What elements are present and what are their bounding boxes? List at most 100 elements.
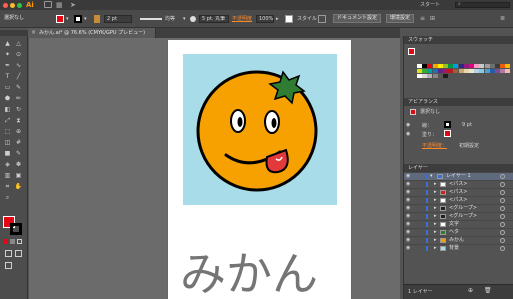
type-tool-icon[interactable]: T [3,72,12,81]
layer-name[interactable]: 背景 [449,245,459,252]
eyedropper-tool-icon[interactable]: ✎ [14,149,23,158]
perspective-tool-icon[interactable]: ◫ [3,138,12,147]
eraser-tool-icon[interactable]: ◧ [3,105,12,114]
width-tool-icon[interactable]: ⧗ [14,116,23,125]
shape-builder-tool-icon[interactable]: ⊕ [14,127,23,136]
visibility-eye-icon[interactable]: ◉ [406,173,412,180]
visibility-eye-icon[interactable]: ◉ [406,221,412,228]
scale-tool-icon[interactable]: ⤢ [3,116,12,125]
zoom-tool-icon[interactable]: ⌕ [3,193,12,202]
layer-name[interactable]: <グループ> [449,213,477,220]
fill-eye-icon[interactable]: ◉ [406,131,410,137]
gradient-tool-icon[interactable]: ■ [3,149,12,158]
layer-name[interactable]: レイヤー 1 [446,173,471,180]
stroke-profile-dropdown-icon[interactable]: ▾ [183,16,186,22]
layer-name[interactable]: <グループ> [449,205,477,212]
expand-arrow-icon[interactable]: ▸ [434,189,437,196]
expand-arrow-icon[interactable]: ▸ [434,205,437,212]
stroke-color-swatch[interactable] [74,15,82,23]
sublayer-row[interactable]: ◉ ▸ ヘタ [404,228,513,236]
visibility-eye-icon[interactable]: ◉ [406,205,412,212]
hand-tool-icon[interactable]: ✋ [14,182,23,191]
graphic-style-swatch[interactable] [285,15,293,23]
stroke-weight-value[interactable]: 9 pt [462,122,472,128]
target-circle-icon[interactable] [500,222,505,227]
mesh-tool-icon[interactable]: # [14,138,23,147]
expand-arrow-icon[interactable]: ▸ [434,213,437,220]
preferences-button[interactable]: 環境設定 [386,14,414,23]
fill-swatch[interactable] [444,130,451,137]
draw-normal-icon[interactable] [5,250,12,257]
document-setup-button[interactable]: ドキュメント設定 [333,14,381,23]
fill-dropdown-icon[interactable]: ▾ [66,16,69,22]
stroke-color-box[interactable] [10,223,22,235]
target-circle-icon[interactable] [500,182,505,187]
target-circle-icon[interactable] [500,246,505,251]
free-transform-tool-icon[interactable]: ⬚ [3,127,12,136]
opacity-link[interactable]: 不透明度 [232,15,252,23]
selection-tool-icon[interactable]: ▲ [3,39,12,48]
collapse-arrow-icon[interactable]: ▾ [430,173,433,180]
line-tool-icon[interactable]: ╱ [14,72,23,81]
opacity-input[interactable]: 100% [256,15,274,23]
layer-name[interactable]: みかん [449,237,464,244]
panel-menu-icon[interactable]: ≣ [500,15,505,22]
gradient-mode-icon[interactable] [10,239,15,244]
workspace-switcher[interactable]: スタート [420,0,440,10]
layer-name[interactable]: ヘタ [449,229,459,236]
screen-mode-icon[interactable] [5,262,12,269]
sublayer-row[interactable]: ◉ ▸ 文字 [404,220,513,228]
direct-selection-tool-icon[interactable]: △ [14,39,23,48]
layer-name[interactable]: <パス> [449,189,467,196]
stroke-profile-label[interactable]: 均等 [165,15,175,23]
layer-name[interactable]: <パス> [449,181,467,188]
target-circle-icon[interactable] [500,198,505,203]
swatch-grid[interactable] [417,64,512,89]
color-mode-icon[interactable] [3,239,8,244]
transform-icon[interactable]: ⊞ [430,15,435,22]
target-circle-icon[interactable] [500,230,505,235]
expand-arrow-icon[interactable]: ▸ [434,237,437,244]
visibility-eye-icon[interactable]: ◉ [406,189,412,196]
fill-color-swatch[interactable] [56,15,64,23]
swatches-panel-header[interactable]: スウォッチ [404,36,513,44]
opacity-link[interactable]: 不透明度： [422,142,447,149]
paintbrush-tool-icon[interactable]: ✎ [14,83,23,92]
arrange-documents-icon[interactable]: ▦ [56,1,63,9]
current-swatch[interactable] [408,48,415,55]
artboard-tool-icon[interactable]: ▣ [14,171,23,180]
sublayer-row[interactable]: ◉ ▸ <パス> [404,188,513,196]
visibility-eye-icon[interactable]: ◉ [406,181,412,188]
target-circle-icon[interactable] [500,206,505,211]
send-icon[interactable]: ➤ [70,1,76,9]
sublayer-row[interactable]: ◉ ▸ みかん [404,236,513,244]
sublayer-row[interactable]: ◉ ▸ <グループ> [404,212,513,220]
align-icon[interactable]: ≡ [420,15,425,22]
target-circle-icon[interactable] [500,238,505,243]
stroke-eye-icon[interactable]: ◉ [406,122,410,128]
sublayer-row[interactable]: ◉ ▸ <グループ> [404,204,513,212]
style-dropdown[interactable] [318,15,326,23]
visibility-eye-icon[interactable]: ◉ [406,237,412,244]
stroke-dropdown-icon[interactable]: ▾ [84,16,87,22]
artboard[interactable]: みかん [167,40,352,299]
sublayer-row[interactable]: ◉ ▸ <パス> [404,196,513,204]
expand-arrow-icon[interactable]: ▸ [434,245,437,252]
symbol-sprayer-tool-icon[interactable]: ✽ [14,160,23,169]
sublayer-row[interactable]: ◉ ▸ 背景 [404,244,513,252]
minimize-window-button[interactable] [10,2,15,8]
search-input[interactable] [455,2,510,8]
zoom-window-button[interactable] [17,2,22,8]
swatch-chip[interactable] [443,74,448,78]
pen-tool-icon[interactable]: ✒ [3,61,12,70]
rectangle-tool-icon[interactable]: ▭ [3,83,12,92]
rotate-tool-icon[interactable]: ↻ [14,105,23,114]
appearance-panel-header[interactable]: アピアランス [404,98,513,106]
visibility-eye-icon[interactable]: ◉ [406,229,412,236]
draw-behind-icon[interactable] [15,250,22,257]
delete-layer-icon[interactable]: 🗑 [484,287,492,294]
workspace-icon[interactable] [44,1,52,8]
expand-arrow-icon[interactable]: ▸ [434,229,437,236]
layer-name[interactable]: 文字 [449,221,459,228]
new-layer-icon[interactable]: ⊕ [468,287,473,294]
